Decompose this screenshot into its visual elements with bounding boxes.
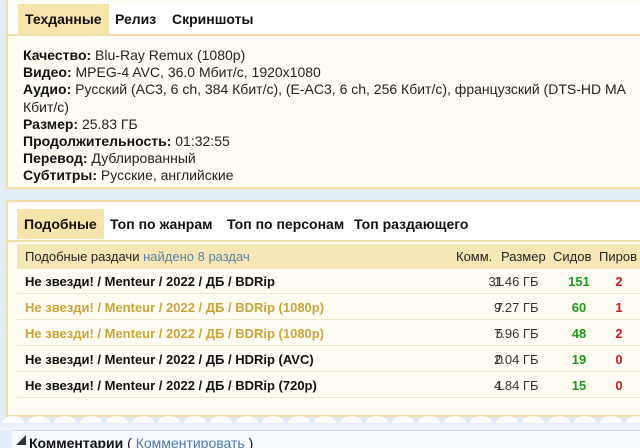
tab-top-genres[interactable]: Топ по жанрам [103,209,220,239]
similar-panel: Подобные Топ по жанрам Топ по персонам Т… [6,200,640,417]
table-row[interactable]: Не звезди! / Menteur / 2022 / ДБ / BDRip… [17,295,640,320]
spec-duration: Продолжительность: 01:32:55 [23,133,230,150]
col-seeds[interactable]: Сидов [553,249,591,264]
found-count: найдено 8 раздач [143,249,250,264]
spec-quality: Качество: Blu-Ray Remux (1080p) [23,47,246,63]
seeds-value: 48 [571,326,587,341]
add-comment-link[interactable]: Комментировать [136,435,245,448]
peers-value: 2 [615,274,623,289]
tab-tech-data[interactable]: Техданные [18,4,109,34]
tab-similar[interactable]: Подобные [17,209,104,239]
table-row[interactable]: Не звезди! / Menteur / 2022 / ДБ / BDRip… [17,373,640,398]
fold-triangle-icon[interactable] [16,435,26,445]
tech-info-panel: Техданные Релиз Скриншоты Качество: Blu-… [6,0,640,189]
tab-release[interactable]: Релиз [108,4,163,34]
size-value: 7.96 ГБ [494,326,539,341]
release-link[interactable]: Не звезди! / Menteur / 2022 / ДБ / BDRip… [25,378,317,393]
peers-value: 2 [615,326,623,341]
spec-audio-cont: Кбит/с) [23,98,69,115]
comments-bar: Комментарии ( Комментировать ) [12,430,640,448]
peers-value: 0 [615,378,623,393]
size-value: 9.27 ГБ [494,300,539,315]
col-comments[interactable]: Комм. [456,249,492,264]
similar-tabs: Подобные Топ по жанрам Топ по персонам Т… [8,202,640,242]
spec-video: Видео: MPEG-4 AVC, 36.0 Мбит/с, 1920x108… [23,64,321,81]
seeds-value: 19 [571,352,587,367]
size-value: 4.84 ГБ [494,378,539,393]
similar-table-header: Подобные раздачи найдено 8 раздач Комм. … [17,244,640,269]
release-link[interactable]: Не звезди! / Menteur / 2022 / ДБ / HDRip… [25,352,314,367]
seeds-value: 15 [571,378,587,393]
table-title: Подобные раздачи найдено 8 раздач [25,249,250,264]
snow-divider [0,415,640,430]
comments-label: Комментарии [29,435,124,448]
peers-value: 1 [615,300,623,315]
release-link[interactable]: Не звезди! / Menteur / 2022 / ДБ / BDRip… [25,300,324,315]
tab-screenshots[interactable]: Скриншоты [165,4,260,34]
table-row[interactable]: Не звезди! / Menteur / 2022 / ДБ / BDRip… [17,321,640,346]
tech-specs: Качество: Blu-Ray Remux (1080p) Видео: M… [23,47,640,185]
tab-top-persons[interactable]: Топ по персонам [220,209,351,239]
spec-translation: Перевод: Дублированный [23,150,196,167]
peers-value: 0 [615,352,623,367]
spec-audio: Аудио: Русский (AC3, 6 ch, 384 Кбит/с), … [23,81,626,98]
release-link[interactable]: Не звезди! / Menteur / 2022 / ДБ / BDRip… [25,326,324,341]
col-size[interactable]: Размер [501,249,546,264]
table-row[interactable]: Не звезди! / Menteur / 2022 / ДБ / HDRip… [17,347,640,372]
seeds-value: 151 [568,274,590,289]
release-link[interactable]: Не звезди! / Menteur / 2022 / ДБ / BDRip [25,274,275,289]
size-value: 1.46 ГБ [494,274,539,289]
seeds-value: 60 [571,300,587,315]
size-value: 2.04 ГБ [494,352,539,367]
spec-subtitles: Субтитры: Русские, английские [23,167,234,184]
table-row[interactable]: Не звезди! / Menteur / 2022 / ДБ / BDRip… [17,269,640,294]
spec-size: Размер: 25.83 ГБ [23,115,138,132]
col-peers[interactable]: Пиров [599,249,637,264]
tab-top-uploader[interactable]: Топ раздающего [347,209,475,239]
info-tabs: Техданные Релиз Скриншоты [8,2,640,36]
